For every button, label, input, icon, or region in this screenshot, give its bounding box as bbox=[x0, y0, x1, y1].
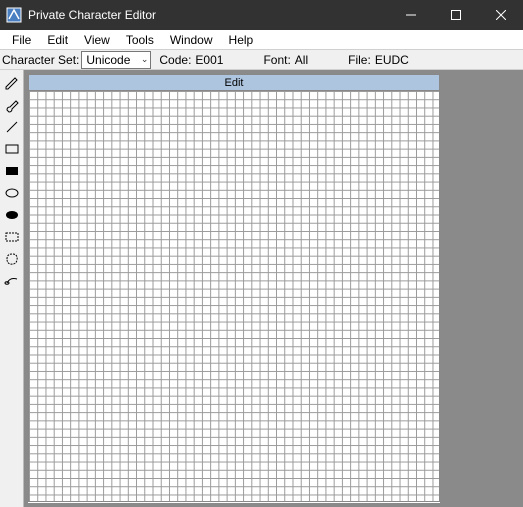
menu-edit[interactable]: Edit bbox=[39, 32, 76, 48]
minimize-button[interactable] bbox=[388, 0, 433, 30]
menu-help[interactable]: Help bbox=[221, 32, 262, 48]
canvas-panel: Edit bbox=[28, 74, 440, 503]
close-button[interactable] bbox=[478, 0, 523, 30]
charset-value: Unicode bbox=[86, 53, 130, 67]
rectangle-tool[interactable] bbox=[2, 139, 22, 159]
code-value: E001 bbox=[195, 53, 223, 67]
charset-label: Character Set: bbox=[2, 53, 79, 67]
titlebar[interactable]: Private Character Editor bbox=[0, 0, 523, 30]
menubar: File Edit View Tools Window Help bbox=[0, 30, 523, 50]
file-value: EUDC bbox=[375, 53, 409, 67]
maximize-button[interactable] bbox=[433, 0, 478, 30]
line-tool[interactable] bbox=[2, 117, 22, 137]
file-label: File: bbox=[348, 53, 371, 67]
font-label: Font: bbox=[263, 53, 290, 67]
infobar: Character Set: Unicode ⌄ Code: E001 Font… bbox=[0, 50, 523, 70]
filled-ellipse-tool[interactable] bbox=[2, 205, 22, 225]
code-label: Code: bbox=[159, 53, 191, 67]
pencil-tool[interactable] bbox=[2, 73, 22, 93]
menu-window[interactable]: Window bbox=[162, 32, 221, 48]
app-icon bbox=[6, 7, 22, 23]
toolbox bbox=[0, 70, 24, 507]
rect-select-tool[interactable] bbox=[2, 227, 22, 247]
eraser-tool[interactable] bbox=[2, 271, 22, 291]
ellipse-tool[interactable] bbox=[2, 183, 22, 203]
filled-rectangle-tool[interactable] bbox=[2, 161, 22, 181]
freeform-select-tool[interactable] bbox=[2, 249, 22, 269]
client-area: Edit bbox=[0, 70, 523, 507]
edit-grid[interactable] bbox=[28, 90, 440, 502]
app-window: Private Character Editor File Edit View … bbox=[0, 0, 523, 507]
brush-tool[interactable] bbox=[2, 95, 22, 115]
menu-view[interactable]: View bbox=[76, 32, 118, 48]
menu-file[interactable]: File bbox=[4, 32, 39, 48]
menu-tools[interactable]: Tools bbox=[118, 32, 162, 48]
font-value: All bbox=[295, 53, 308, 67]
charset-select[interactable]: Unicode ⌄ bbox=[81, 51, 151, 69]
window-title: Private Character Editor bbox=[28, 8, 156, 22]
window-controls bbox=[388, 0, 523, 30]
canvas-header: Edit bbox=[28, 74, 440, 90]
chevron-down-icon: ⌄ bbox=[141, 54, 149, 65]
